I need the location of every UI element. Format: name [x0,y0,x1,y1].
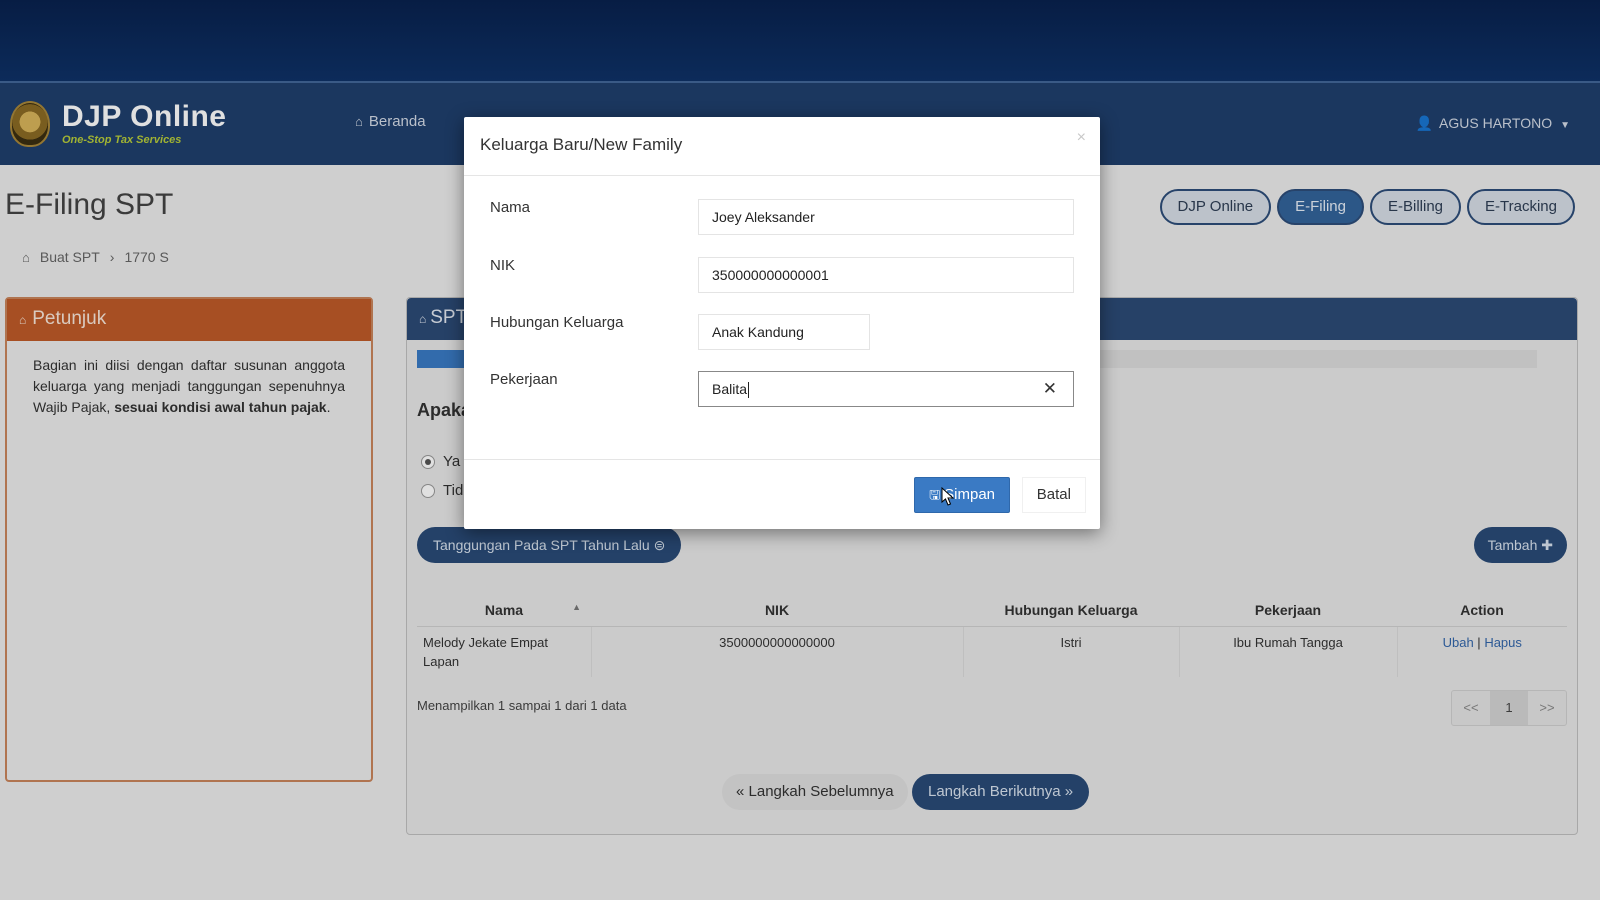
clear-icon[interactable]: ✕ [1043,372,1057,406]
form-row-pekerjaan: Pekerjaan Balita ✕ [490,371,1074,407]
mouse-pointer-icon [941,487,955,506]
form-row-nik: NIK 350000000000001 [490,257,1074,293]
text-caret [748,382,750,399]
close-icon[interactable]: × [1077,129,1086,147]
nama-label: Nama [490,199,531,216]
save-button[interactable]: 🖫 Simpan [914,477,1010,513]
hubungan-label: Hubungan Keluarga [490,314,624,331]
modal-title: Keluarga Baru/New Family [480,135,683,154]
nik-input[interactable]: 350000000000001 [698,257,1074,293]
top-band [0,0,1600,83]
cancel-button[interactable]: Batal [1021,477,1086,513]
nama-input[interactable]: Joey Aleksander [698,199,1074,235]
hubungan-select[interactable]: Anak Kandung [698,314,870,350]
pekerjaan-value: Balita [712,381,748,397]
modal-header: Keluarga Baru/New Family × [464,117,1100,176]
form-row-nama: Nama Joey Aleksander [490,199,1074,235]
pekerjaan-select[interactable]: Balita ✕ [698,371,1074,407]
modal-footer: 🖫 Simpan Batal [464,459,1100,529]
new-family-modal: Keluarga Baru/New Family × Nama Joey Ale… [464,117,1100,529]
pekerjaan-label: Pekerjaan [490,371,558,388]
nik-label: NIK [490,257,516,274]
save-icon: 🖫 [929,487,941,502]
form-row-hubungan: Hubungan Keluarga Anak Kandung [490,314,1074,350]
